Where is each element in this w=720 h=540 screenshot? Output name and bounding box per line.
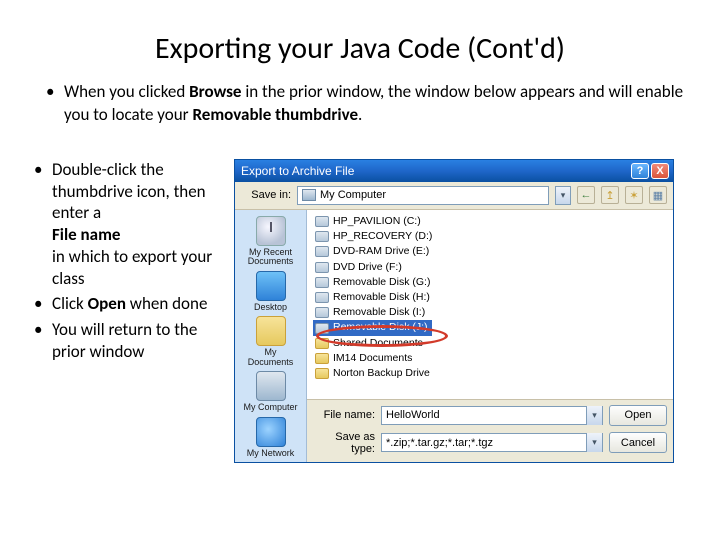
drive-item[interactable]: DVD-RAM Drive (E:) (313, 244, 667, 259)
drive-icon (315, 323, 329, 334)
item-label: Removable Disk (G:) (333, 275, 430, 290)
filename-input[interactable]: HelloWorld ▾ (381, 406, 603, 425)
folder-icon (315, 338, 329, 349)
intro-bullet: When you clicked Browse in the prior win… (64, 81, 684, 127)
export-dialog: Export to Archive File ? X Save in: My C… (234, 159, 674, 463)
item-label: Removable Disk (J:) (333, 320, 428, 335)
step-item: Click Open when done (52, 293, 224, 315)
drive-icon (315, 231, 329, 242)
item-label: Removable Disk (I:) (333, 305, 425, 320)
places-my-documents[interactable]: My Documents (241, 316, 301, 367)
steps-list: Double-click the thumbdrive icon, then e… (36, 159, 224, 363)
step-item: You will return to the prior window (52, 319, 224, 363)
computer-icon (256, 371, 286, 401)
folder-item[interactable]: IM14 Documents (313, 351, 667, 366)
item-label: DVD-RAM Drive (E:) (333, 244, 429, 259)
desktop-icon (256, 271, 286, 301)
drive-icon (315, 246, 329, 257)
back-button[interactable]: ← (577, 186, 595, 204)
drive-item[interactable]: Removable Disk (I:) (313, 305, 667, 320)
views-button[interactable]: ▦ (649, 186, 667, 204)
folder-item[interactable]: Shared Documents (313, 336, 667, 351)
filename-label: File name: (313, 409, 375, 421)
drive-item[interactable]: HP_PAVILION (C:) (313, 214, 667, 229)
drive-item[interactable]: Removable Disk (J:) (313, 320, 432, 335)
help-button[interactable]: ? (631, 163, 649, 179)
dialog-title: Export to Archive File (241, 164, 631, 178)
folder-icon (315, 368, 329, 379)
item-label: Shared Documents (333, 336, 423, 351)
drive-icon (315, 216, 329, 227)
places-recent[interactable]: My Recent Documents (241, 216, 301, 267)
places-my-network[interactable]: My Network (241, 417, 301, 458)
save-in-dropdown[interactable]: My Computer (297, 186, 549, 205)
drive-icon (315, 277, 329, 288)
item-label: Norton Backup Drive (333, 366, 430, 381)
item-label: Removable Disk (H:) (333, 290, 430, 305)
chevron-down-icon[interactable]: ▾ (555, 186, 571, 205)
network-icon (256, 417, 286, 447)
item-label: IM14 Documents (333, 351, 412, 366)
folder-icon (256, 316, 286, 346)
save-in-label: Save in: (241, 189, 291, 201)
saveastype-label: Save as type: (313, 431, 375, 455)
drive-icon (315, 307, 329, 318)
up-one-level-button[interactable]: ↥ (601, 186, 619, 204)
item-label: HP_PAVILION (C:) (333, 214, 421, 229)
new-folder-button[interactable]: ✶ (625, 186, 643, 204)
page-title: Exporting your Java Code (Cont'd) (36, 30, 684, 67)
save-in-value: My Computer (320, 189, 386, 201)
places-desktop[interactable]: Desktop (241, 271, 301, 312)
item-label: DVD Drive (F:) (333, 260, 402, 275)
folder-item[interactable]: Norton Backup Drive (313, 366, 667, 381)
item-label: HP_RECOVERY (D:) (333, 229, 432, 244)
drive-item[interactable]: Removable Disk (G:) (313, 275, 667, 290)
file-list[interactable]: HP_PAVILION (C:)HP_RECOVERY (D:)DVD-RAM … (307, 210, 673, 399)
places-my-computer[interactable]: My Computer (241, 371, 301, 412)
open-button[interactable]: Open (609, 405, 667, 426)
chevron-down-icon[interactable]: ▾ (586, 406, 602, 425)
drive-item[interactable]: DVD Drive (F:) (313, 260, 667, 275)
saveastype-dropdown[interactable]: *.zip;*.tar.gz;*.tar;*.tgz ▾ (381, 433, 603, 452)
drive-item[interactable]: Removable Disk (H:) (313, 290, 667, 305)
drive-item[interactable]: HP_RECOVERY (D:) (313, 229, 667, 244)
computer-icon (302, 189, 316, 201)
cancel-button[interactable]: Cancel (609, 432, 667, 453)
intro-bullet-list: When you clicked Browse in the prior win… (36, 81, 684, 127)
places-bar: My Recent Documents Desktop My Documents… (235, 210, 307, 462)
close-button[interactable]: X (651, 163, 669, 179)
recent-icon (256, 216, 286, 246)
drive-icon (315, 262, 329, 273)
folder-icon (315, 353, 329, 364)
step-item: Double-click the thumbdrive icon, then e… (52, 159, 224, 290)
drive-icon (315, 292, 329, 303)
chevron-down-icon[interactable]: ▾ (586, 433, 602, 452)
